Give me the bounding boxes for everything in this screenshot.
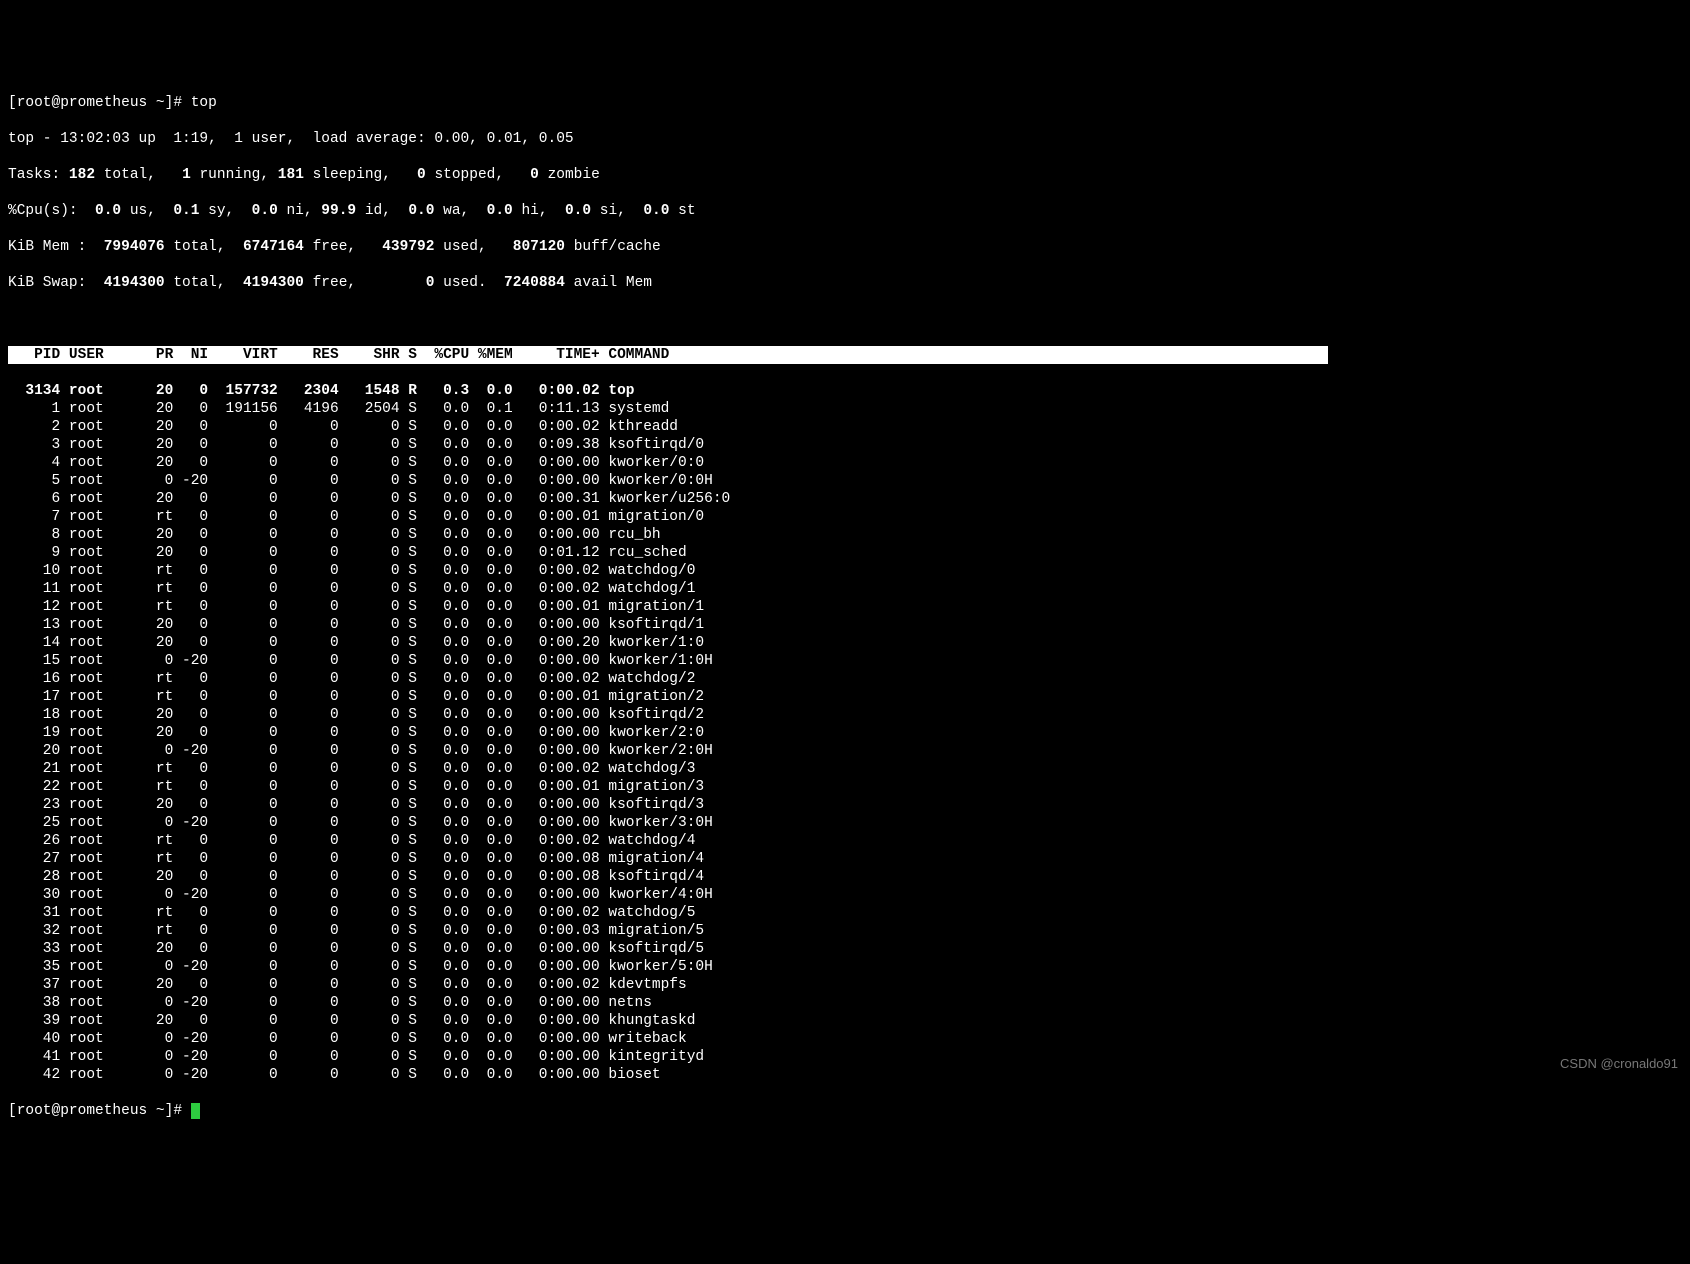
process-row: 33 root 20 0 0 0 0 S 0.0 0.0 0:00.00 kso… <box>8 940 1682 958</box>
process-table-header: PID USER PR NI VIRT RES SHR S %CPU %MEM … <box>8 346 1328 364</box>
process-row: 15 root 0 -20 0 0 0 S 0.0 0.0 0:00.00 kw… <box>8 652 1682 670</box>
process-row: 38 root 0 -20 0 0 0 S 0.0 0.0 0:00.00 ne… <box>8 994 1682 1012</box>
process-row: 19 root 20 0 0 0 0 S 0.0 0.0 0:00.00 kwo… <box>8 724 1682 742</box>
process-row: 14 root 20 0 0 0 0 S 0.0 0.0 0:00.20 kwo… <box>8 634 1682 652</box>
shell-prompt-line: [root@prometheus ~]# top <box>8 94 1682 112</box>
top-summary-uptime: top - 13:02:03 up 1:19, 1 user, load ave… <box>8 130 1682 148</box>
process-row: 31 root rt 0 0 0 0 S 0.0 0.0 0:00.02 wat… <box>8 904 1682 922</box>
process-row: 25 root 0 -20 0 0 0 S 0.0 0.0 0:00.00 kw… <box>8 814 1682 832</box>
blank-line <box>8 310 1682 328</box>
process-row: 1 root 20 0 191156 4196 2504 S 0.0 0.1 0… <box>8 400 1682 418</box>
process-row: 22 root rt 0 0 0 0 S 0.0 0.0 0:00.01 mig… <box>8 778 1682 796</box>
process-row: 30 root 0 -20 0 0 0 S 0.0 0.0 0:00.00 kw… <box>8 886 1682 904</box>
process-row: 13 root 20 0 0 0 0 S 0.0 0.0 0:00.00 kso… <box>8 616 1682 634</box>
process-row: 9 root 20 0 0 0 0 S 0.0 0.0 0:01.12 rcu_… <box>8 544 1682 562</box>
process-row: 5 root 0 -20 0 0 0 S 0.0 0.0 0:00.00 kwo… <box>8 472 1682 490</box>
process-row: 2 root 20 0 0 0 0 S 0.0 0.0 0:00.02 kthr… <box>8 418 1682 436</box>
process-row: 18 root 20 0 0 0 0 S 0.0 0.0 0:00.00 kso… <box>8 706 1682 724</box>
process-row: 35 root 0 -20 0 0 0 S 0.0 0.0 0:00.00 kw… <box>8 958 1682 976</box>
process-row: 16 root rt 0 0 0 0 S 0.0 0.0 0:00.02 wat… <box>8 670 1682 688</box>
watermark: CSDN @cronaldo91 <box>1560 1055 1678 1073</box>
process-row: 41 root 0 -20 0 0 0 S 0.0 0.0 0:00.00 ki… <box>8 1048 1682 1066</box>
typed-command: top <box>191 95 217 111</box>
shell-prompt: [root@prometheus ~]# <box>8 95 191 111</box>
shell-prompt-line-2: [root@prometheus ~]# <box>8 1102 1682 1120</box>
process-row: 17 root rt 0 0 0 0 S 0.0 0.0 0:00.01 mig… <box>8 688 1682 706</box>
terminal[interactable]: [root@prometheus ~]# top top - 13:02:03 … <box>8 76 1682 1138</box>
process-row: 4 root 20 0 0 0 0 S 0.0 0.0 0:00.00 kwor… <box>8 454 1682 472</box>
process-row: 40 root 0 -20 0 0 0 S 0.0 0.0 0:00.00 wr… <box>8 1030 1682 1048</box>
process-row: 42 root 0 -20 0 0 0 S 0.0 0.0 0:00.00 bi… <box>8 1066 1682 1084</box>
process-row: 32 root rt 0 0 0 0 S 0.0 0.0 0:00.03 mig… <box>8 922 1682 940</box>
process-row: 10 root rt 0 0 0 0 S 0.0 0.0 0:00.02 wat… <box>8 562 1682 580</box>
process-row: 23 root 20 0 0 0 0 S 0.0 0.0 0:00.00 kso… <box>8 796 1682 814</box>
process-row: 20 root 0 -20 0 0 0 S 0.0 0.0 0:00.00 kw… <box>8 742 1682 760</box>
process-row: 37 root 20 0 0 0 0 S 0.0 0.0 0:00.02 kde… <box>8 976 1682 994</box>
process-row: 3 root 20 0 0 0 0 S 0.0 0.0 0:09.38 ksof… <box>8 436 1682 454</box>
process-row: 11 root rt 0 0 0 0 S 0.0 0.0 0:00.02 wat… <box>8 580 1682 598</box>
shell-prompt: [root@prometheus ~]# <box>8 1103 191 1119</box>
process-row: 6 root 20 0 0 0 0 S 0.0 0.0 0:00.31 kwor… <box>8 490 1682 508</box>
process-row: 7 root rt 0 0 0 0 S 0.0 0.0 0:00.01 migr… <box>8 508 1682 526</box>
process-row: 12 root rt 0 0 0 0 S 0.0 0.0 0:00.01 mig… <box>8 598 1682 616</box>
top-summary-tasks: Tasks: 182 total, 1 running, 181 sleepin… <box>8 166 1682 184</box>
process-row: 3134 root 20 0 157732 2304 1548 R 0.3 0.… <box>8 382 1682 400</box>
cursor-icon <box>191 1103 200 1119</box>
process-row: 28 root 20 0 0 0 0 S 0.0 0.0 0:00.08 kso… <box>8 868 1682 886</box>
process-row: 39 root 20 0 0 0 0 S 0.0 0.0 0:00.00 khu… <box>8 1012 1682 1030</box>
process-table-body: 3134 root 20 0 157732 2304 1548 R 0.3 0.… <box>8 382 1682 1084</box>
top-summary-cpu: %Cpu(s): 0.0 us, 0.1 sy, 0.0 ni, 99.9 id… <box>8 202 1682 220</box>
process-row: 8 root 20 0 0 0 0 S 0.0 0.0 0:00.00 rcu_… <box>8 526 1682 544</box>
process-row: 21 root rt 0 0 0 0 S 0.0 0.0 0:00.02 wat… <box>8 760 1682 778</box>
process-row: 26 root rt 0 0 0 0 S 0.0 0.0 0:00.02 wat… <box>8 832 1682 850</box>
top-summary-swap: KiB Swap: 4194300 total, 4194300 free, 0… <box>8 274 1682 292</box>
top-summary-mem: KiB Mem : 7994076 total, 6747164 free, 4… <box>8 238 1682 256</box>
process-row: 27 root rt 0 0 0 0 S 0.0 0.0 0:00.08 mig… <box>8 850 1682 868</box>
